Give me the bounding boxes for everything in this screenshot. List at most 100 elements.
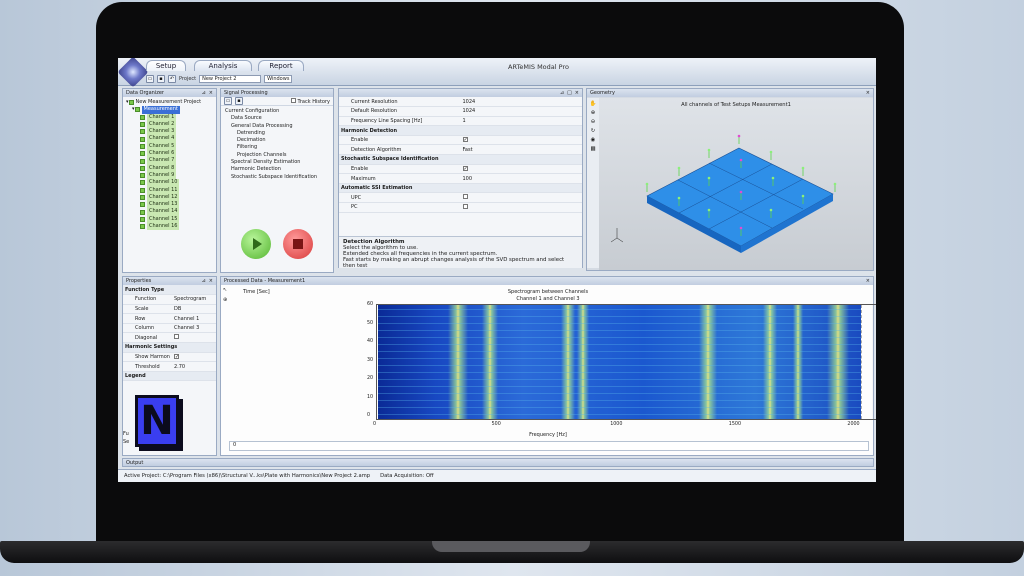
geometry-viewport[interactable]: All channels of Test Setups Measurement1 xyxy=(599,98,873,270)
rotate-icon[interactable]: ↻ xyxy=(591,128,596,134)
channel-item[interactable]: Channel 13 xyxy=(126,201,213,209)
property-row[interactable]: Column Channel 3 xyxy=(123,323,216,334)
row-value[interactable] xyxy=(460,202,582,213)
processing-tree-item[interactable]: Stochastic Subspace Identification xyxy=(225,174,329,181)
open-icon[interactable]: ▭ xyxy=(146,74,154,83)
settings-section[interactable]: Harmonic Detection xyxy=(339,125,582,136)
time-slider[interactable]: 0 xyxy=(229,441,869,451)
checkbox[interactable]: ✓ xyxy=(462,165,468,171)
close-processed-icon[interactable]: × xyxy=(866,278,870,284)
maximize-settings-icon[interactable]: □ xyxy=(567,90,572,96)
channel-item[interactable]: Channel 12 xyxy=(126,193,213,202)
open-config-icon[interactable]: ▭ xyxy=(224,97,232,105)
channel-item[interactable]: Channel 1 xyxy=(126,113,213,121)
row-value[interactable] xyxy=(171,332,216,344)
close-icon[interactable]: × xyxy=(209,90,213,96)
app-menu-button[interactable] xyxy=(118,58,149,88)
row-value[interactable]: 100 xyxy=(460,173,582,184)
row-value[interactable]: 1 xyxy=(460,116,582,127)
channel-item[interactable]: Channel 8 xyxy=(126,164,213,172)
property-section[interactable]: Legend xyxy=(123,371,216,382)
processing-tree-item[interactable]: Projection Channels xyxy=(225,152,329,159)
row-value[interactable]: 1024 xyxy=(460,106,582,117)
property-row[interactable]: Diagonal xyxy=(123,332,216,344)
section-header[interactable]: Stochastic Subspace Identification xyxy=(339,154,582,165)
track-history-toggle[interactable]: Track History xyxy=(290,97,333,105)
undo-icon[interactable]: ↶ xyxy=(168,74,176,83)
processing-tree-item[interactable]: General Data Processing xyxy=(225,123,329,130)
settings-section[interactable]: Stochastic Subspace Identification xyxy=(339,154,582,165)
section-header[interactable]: Harmonic Detection xyxy=(339,125,582,136)
tab-report[interactable]: Report xyxy=(258,60,304,71)
row-value[interactable]: ✓ xyxy=(460,164,582,175)
processing-tree-item[interactable]: Spectral Density Estimation xyxy=(225,159,329,166)
settings-row[interactable]: Default Resolution 1024 xyxy=(339,106,582,117)
channel-item[interactable]: Channel 4 xyxy=(126,135,213,143)
zoom-in-icon[interactable]: ⊕ xyxy=(591,110,596,116)
property-section[interactable]: Function Type xyxy=(123,285,216,296)
section-header[interactable]: Legend xyxy=(123,371,216,382)
save-config-icon[interactable]: ▪ xyxy=(235,97,243,105)
checkbox[interactable] xyxy=(173,334,179,340)
row-value[interactable]: ✓ xyxy=(460,135,582,146)
output-panel-header[interactable]: Output xyxy=(122,458,874,467)
row-value[interactable]: DB xyxy=(171,304,216,315)
save-icon[interactable]: ▪ xyxy=(157,74,165,83)
grid-icon[interactable]: ▦ xyxy=(590,146,595,152)
property-row[interactable]: Scale DB xyxy=(123,304,216,315)
project-select[interactable]: New Project 2 xyxy=(199,74,262,83)
settings-section[interactable]: Automatic SSI Estimation xyxy=(339,183,582,194)
stop-button[interactable] xyxy=(283,229,313,259)
section-header[interactable]: Harmonic Settings xyxy=(123,342,216,353)
section-header[interactable]: Automatic SSI Estimation xyxy=(339,183,582,194)
section-header[interactable]: Function Type xyxy=(123,285,216,296)
settings-row[interactable]: Enable ✓ xyxy=(339,164,582,175)
property-section[interactable]: Harmonic Settings xyxy=(123,342,216,353)
row-value[interactable]: Channel 1 xyxy=(171,313,216,324)
pin-settings-icon[interactable]: ⊿ xyxy=(560,90,564,96)
settings-row[interactable]: Maximum 100 xyxy=(339,173,582,184)
row-value[interactable]: Fast xyxy=(460,144,582,156)
track-history-checkbox[interactable] xyxy=(290,97,296,103)
windows-menu[interactable]: Windows xyxy=(264,74,293,83)
row-value[interactable]: ✓ xyxy=(171,352,216,363)
checkbox[interactable]: ✓ xyxy=(462,137,468,143)
close-settings-icon[interactable]: × xyxy=(575,90,579,96)
settings-row[interactable]: Frequency Line Spacing [Hz] 1 xyxy=(339,116,582,127)
property-row[interactable]: Threshold 2.70 xyxy=(123,361,216,372)
view-icon[interactable]: ◉ xyxy=(591,137,596,143)
close-properties-icon[interactable]: × xyxy=(209,278,213,284)
property-row[interactable]: Function Spectrogram xyxy=(123,294,216,305)
property-row[interactable]: Show Harmon ✓ xyxy=(123,352,216,363)
tab-setup[interactable]: Setup xyxy=(146,60,186,71)
row-value[interactable]: Spectrogram xyxy=(171,294,216,305)
checkbox[interactable]: ✓ xyxy=(173,353,179,359)
tab-analysis[interactable]: Analysis xyxy=(194,60,252,71)
row-value[interactable]: Channel 3 xyxy=(171,323,216,334)
channel-item[interactable]: Channel 15 xyxy=(126,215,213,224)
processing-tree-item[interactable]: Detrending xyxy=(225,130,329,137)
row-value[interactable] xyxy=(460,192,582,204)
pan-icon[interactable]: ✋ xyxy=(590,101,597,107)
row-value[interactable]: 2.70 xyxy=(171,361,216,372)
pin-properties-icon[interactable]: ⊿ xyxy=(202,278,206,284)
close-geometry-icon[interactable]: × xyxy=(866,90,870,96)
settings-row[interactable]: UPC xyxy=(339,192,582,204)
channel-item[interactable]: Channel 10 xyxy=(126,179,213,187)
row-value[interactable]: 1024 xyxy=(460,97,582,108)
settings-row[interactable]: PC xyxy=(339,202,582,213)
zoom-out-icon[interactable]: ⊖ xyxy=(591,119,596,125)
channel-item[interactable]: Channel 11 xyxy=(126,186,213,194)
channel-item[interactable]: Channel 14 xyxy=(126,208,213,216)
channel-item[interactable]: Channel 2 xyxy=(126,120,213,129)
processing-tree-item[interactable]: Decimation xyxy=(225,137,329,144)
channel-item[interactable]: Channel 7 xyxy=(126,157,213,165)
channel-item[interactable]: Channel 3 xyxy=(126,128,213,136)
run-button[interactable] xyxy=(241,229,271,259)
processing-tree-item[interactable]: Harmonic Detection xyxy=(225,166,329,173)
channel-item[interactable]: Channel 16 xyxy=(126,223,213,231)
tree-root[interactable]: ▾ New Measurement Project xyxy=(126,99,213,106)
settings-row[interactable]: Detection Algorithm Fast xyxy=(339,144,582,156)
processing-tree-item[interactable]: Data Source xyxy=(225,115,329,122)
tree-measurement[interactable]: ▾ Measurement xyxy=(126,106,213,114)
